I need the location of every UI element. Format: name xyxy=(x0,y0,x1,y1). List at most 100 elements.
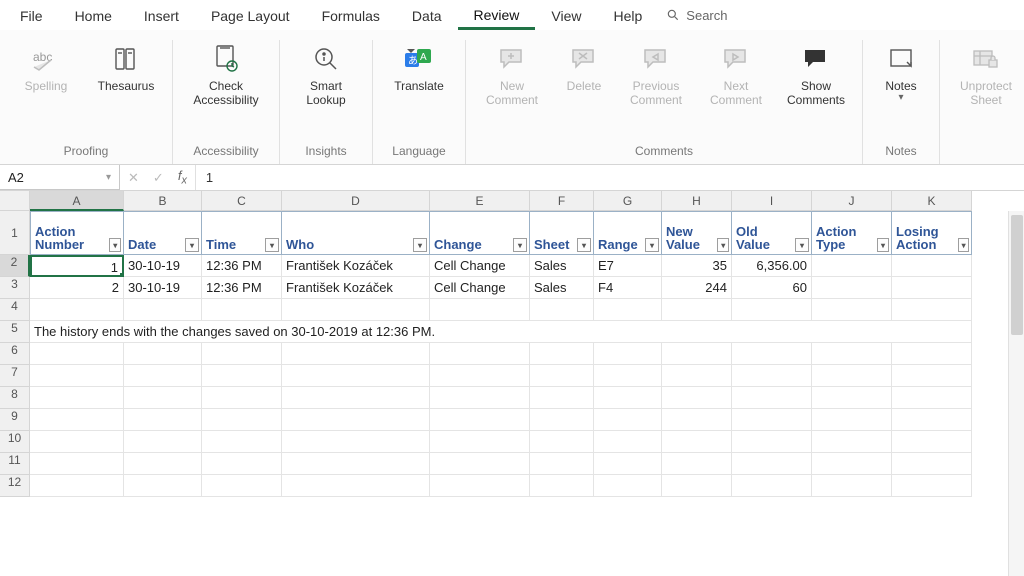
col-head-K[interactable]: K xyxy=(892,191,972,211)
cell-H3[interactable]: 244 xyxy=(662,277,732,299)
cell[interactable] xyxy=(892,387,972,409)
table-header[interactable]: Who▾ xyxy=(282,211,430,255)
filter-button[interactable]: ▾ xyxy=(877,238,889,252)
notes-button[interactable]: Notes ▾ xyxy=(873,40,929,103)
cell[interactable] xyxy=(430,453,530,475)
cell[interactable] xyxy=(662,453,732,475)
table-header[interactable]: Date▾ xyxy=(124,211,202,255)
cell[interactable] xyxy=(282,365,430,387)
cell[interactable] xyxy=(430,409,530,431)
cell[interactable] xyxy=(530,343,594,365)
filter-button[interactable]: ▾ xyxy=(795,238,809,252)
cell[interactable] xyxy=(594,475,662,497)
cell[interactable] xyxy=(124,453,202,475)
smart-lookup-button[interactable]: Smart Lookup xyxy=(290,40,362,108)
cell[interactable] xyxy=(430,343,530,365)
translate-button[interactable]: あA Translate xyxy=(383,40,455,94)
filter-button[interactable]: ▾ xyxy=(513,238,527,252)
cell-I2[interactable]: 6,356.00 xyxy=(732,255,812,277)
cell[interactable] xyxy=(202,299,282,321)
cell[interactable] xyxy=(202,409,282,431)
col-head-F[interactable]: F xyxy=(530,191,594,211)
table-header[interactable]: Range▾ xyxy=(594,211,662,255)
cell[interactable] xyxy=(202,431,282,453)
col-head-A[interactable]: A xyxy=(30,191,124,211)
cell[interactable] xyxy=(202,365,282,387)
cell[interactable] xyxy=(530,409,594,431)
col-head-I[interactable]: I xyxy=(732,191,812,211)
cell[interactable] xyxy=(124,409,202,431)
cell[interactable] xyxy=(594,299,662,321)
tab-page-layout[interactable]: Page Layout xyxy=(195,2,306,28)
cell[interactable] xyxy=(282,387,430,409)
table-header[interactable]: Action Number▾ xyxy=(30,211,124,255)
cell-A5[interactable]: The history ends with the changes saved … xyxy=(30,321,972,343)
formula-input[interactable] xyxy=(196,165,1024,190)
cell-F3[interactable]: Sales xyxy=(530,277,594,299)
cell[interactable] xyxy=(732,475,812,497)
new-comment-button[interactable]: New Comment xyxy=(476,40,548,108)
scrollbar-thumb[interactable] xyxy=(1011,215,1023,335)
cell[interactable] xyxy=(430,475,530,497)
cell[interactable] xyxy=(430,299,530,321)
cell-A3[interactable]: 2 xyxy=(30,277,124,299)
cell[interactable] xyxy=(812,299,892,321)
name-box[interactable]: A2 ▾ xyxy=(0,165,120,190)
search-button[interactable]: Search xyxy=(666,8,727,23)
cell[interactable] xyxy=(594,453,662,475)
cell[interactable] xyxy=(202,453,282,475)
cell[interactable] xyxy=(594,409,662,431)
cell[interactable] xyxy=(30,365,124,387)
cell[interactable] xyxy=(732,409,812,431)
cell[interactable] xyxy=(892,343,972,365)
cell[interactable] xyxy=(662,365,732,387)
table-header[interactable]: Time▾ xyxy=(202,211,282,255)
cell[interactable] xyxy=(812,431,892,453)
cell-G3[interactable]: F4 xyxy=(594,277,662,299)
row-head-8[interactable]: 8 xyxy=(0,387,30,409)
cell[interactable] xyxy=(124,387,202,409)
row-head-7[interactable]: 7 xyxy=(0,365,30,387)
cell[interactable] xyxy=(812,409,892,431)
cell-D3[interactable]: František Kozáček xyxy=(282,277,430,299)
cell[interactable] xyxy=(430,365,530,387)
cell[interactable] xyxy=(202,475,282,497)
row-head-9[interactable]: 9 xyxy=(0,409,30,431)
show-comments-button[interactable]: Show Comments xyxy=(780,40,852,108)
cell[interactable] xyxy=(30,453,124,475)
cell[interactable] xyxy=(732,387,812,409)
cell[interactable] xyxy=(812,387,892,409)
tab-file[interactable]: File xyxy=(4,2,59,28)
table-header[interactable]: Losing Action▾ xyxy=(892,211,972,255)
cell[interactable] xyxy=(30,299,124,321)
cell[interactable] xyxy=(662,299,732,321)
col-head-D[interactable]: D xyxy=(282,191,430,211)
cell[interactable] xyxy=(430,431,530,453)
cell[interactable] xyxy=(30,409,124,431)
filter-button[interactable]: ▾ xyxy=(185,238,199,252)
cell[interactable] xyxy=(430,387,530,409)
col-head-H[interactable]: H xyxy=(662,191,732,211)
col-head-G[interactable]: G xyxy=(594,191,662,211)
cell[interactable] xyxy=(530,365,594,387)
cell[interactable] xyxy=(662,475,732,497)
table-header[interactable]: Old Value▾ xyxy=(732,211,812,255)
cancel-icon[interactable]: ✕ xyxy=(128,170,139,186)
cell[interactable] xyxy=(282,453,430,475)
cell-K3[interactable] xyxy=(892,277,972,299)
cell[interactable] xyxy=(530,387,594,409)
cell[interactable] xyxy=(594,431,662,453)
cell[interactable] xyxy=(124,431,202,453)
cell[interactable] xyxy=(594,365,662,387)
cell[interactable] xyxy=(282,343,430,365)
unprotect-sheet-button[interactable]: Unprotect Sheet xyxy=(950,40,1022,108)
delete-comment-button[interactable]: Delete xyxy=(556,40,612,94)
cell[interactable] xyxy=(732,453,812,475)
cell[interactable] xyxy=(732,299,812,321)
cell[interactable] xyxy=(124,475,202,497)
tab-insert[interactable]: Insert xyxy=(128,2,195,28)
cell[interactable] xyxy=(124,299,202,321)
table-header[interactable]: Action Type▾ xyxy=(812,211,892,255)
cell[interactable] xyxy=(30,343,124,365)
cell[interactable] xyxy=(282,475,430,497)
